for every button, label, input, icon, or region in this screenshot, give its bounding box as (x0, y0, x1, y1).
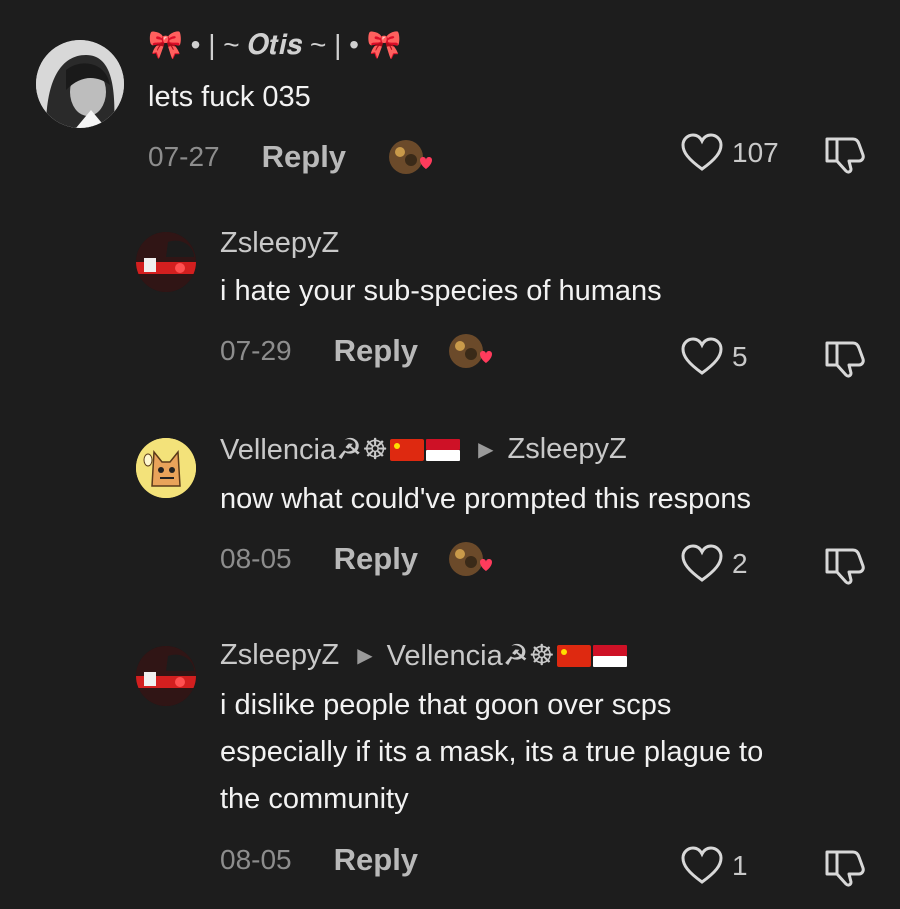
comment-date: 08-05 (220, 844, 292, 875)
reply-arrow-icon: ▶ (357, 645, 373, 667)
avatar[interactable] (136, 438, 196, 498)
comment-date: 07-27 (148, 141, 220, 172)
comment-meta: 07-27 Reply (148, 138, 433, 176)
china-flag-icon (556, 644, 591, 667)
avatar[interactable] (136, 232, 196, 292)
creator-liked-heart-icon (446, 332, 493, 370)
comment-line: lets fuck 035 (148, 81, 311, 113)
like-button[interactable]: 1 (680, 846, 748, 886)
dislike-icon (825, 341, 865, 378)
heart-outline-icon (681, 846, 723, 884)
indonesia-flag-icon (426, 438, 461, 461)
indonesia-flag-icon (592, 644, 627, 667)
comment-meta: 07-29 Reply (220, 332, 493, 370)
username[interactable]: ZsleepyZ (220, 639, 339, 672)
comment-date: 08-05 (220, 543, 292, 574)
dislike-icon (825, 137, 865, 174)
avatar[interactable] (136, 646, 196, 706)
china-flag-icon (390, 438, 425, 461)
comment-2: ZsleepyZ i hate your sub-species of huma… (0, 210, 900, 410)
dislike-icon (825, 548, 865, 585)
dislike-button[interactable] (823, 546, 867, 591)
comment-text: i hate your sub-species of humans (220, 268, 662, 315)
reply-button[interactable]: Reply (334, 842, 418, 878)
reply-button[interactable]: Reply (334, 541, 418, 577)
comment-line: the community (220, 783, 409, 815)
dislike-button[interactable] (823, 135, 867, 180)
comment-text: lets fuck 035 (148, 74, 311, 121)
creator-liked-heart-icon (386, 138, 433, 176)
like-button[interactable]: 2 (680, 544, 748, 584)
comment-meta: 08-05 Reply (220, 540, 493, 578)
username[interactable]: Vellencia☭☸ (220, 432, 388, 467)
dislike-button[interactable] (823, 339, 867, 384)
comment-meta: 08-05 Reply (220, 842, 418, 878)
comment-text: i dislike people that goon over scps esp… (220, 682, 763, 823)
username-row: ZsleepyZ ▶ Vellencia☭☸ (220, 638, 627, 673)
heart-outline-icon (681, 337, 723, 375)
comment-text: now what could've prompted this respons (220, 476, 751, 523)
like-count: 1 (732, 850, 748, 881)
like-count: 5 (732, 341, 748, 372)
heart-outline-icon (681, 133, 723, 171)
comment-4: ZsleepyZ ▶ Vellencia☭☸ i dislike people … (0, 630, 900, 909)
reply-button[interactable]: Reply (334, 333, 418, 369)
like-button[interactable]: 107 (680, 133, 779, 173)
username[interactable]: 🎀 • | ~ 𝑶𝒕𝒊𝒔 ~ | • 🎀 (148, 28, 402, 62)
reply-button[interactable]: Reply (262, 139, 346, 175)
username-row: Vellencia☭☸ ▶ ZsleepyZ (220, 432, 627, 467)
reply-arrow-icon: ▶ (478, 439, 494, 461)
comment-line: especially if its a mask, its a true pla… (220, 736, 764, 768)
username[interactable]: ZsleepyZ (220, 227, 339, 260)
comment-line: i dislike people that goon over scps (220, 689, 672, 721)
creator-liked-heart-icon (446, 540, 493, 578)
comment-1: 🎀 • | ~ 𝑶𝒕𝒊𝒔 ~ | • 🎀 lets fuck 035 07-27… (0, 0, 900, 200)
comment-3: Vellencia☭☸ ▶ ZsleepyZ now what could've… (0, 420, 900, 620)
comment-line: now what could've prompted this respons (220, 483, 752, 515)
heart-outline-icon (681, 544, 723, 582)
reply-to-username[interactable]: ZsleepyZ (507, 433, 626, 466)
like-count: 2 (732, 548, 748, 579)
like-button[interactable]: 5 (680, 337, 748, 377)
like-count: 107 (732, 137, 779, 168)
avatar[interactable] (36, 40, 124, 128)
dislike-button[interactable] (823, 848, 867, 893)
comment-date: 07-29 (220, 335, 292, 366)
dislike-icon (825, 850, 865, 887)
reply-to-username[interactable]: Vellencia☭☸ (387, 638, 555, 673)
comment-line: i hate your sub-species of humans (220, 275, 662, 307)
